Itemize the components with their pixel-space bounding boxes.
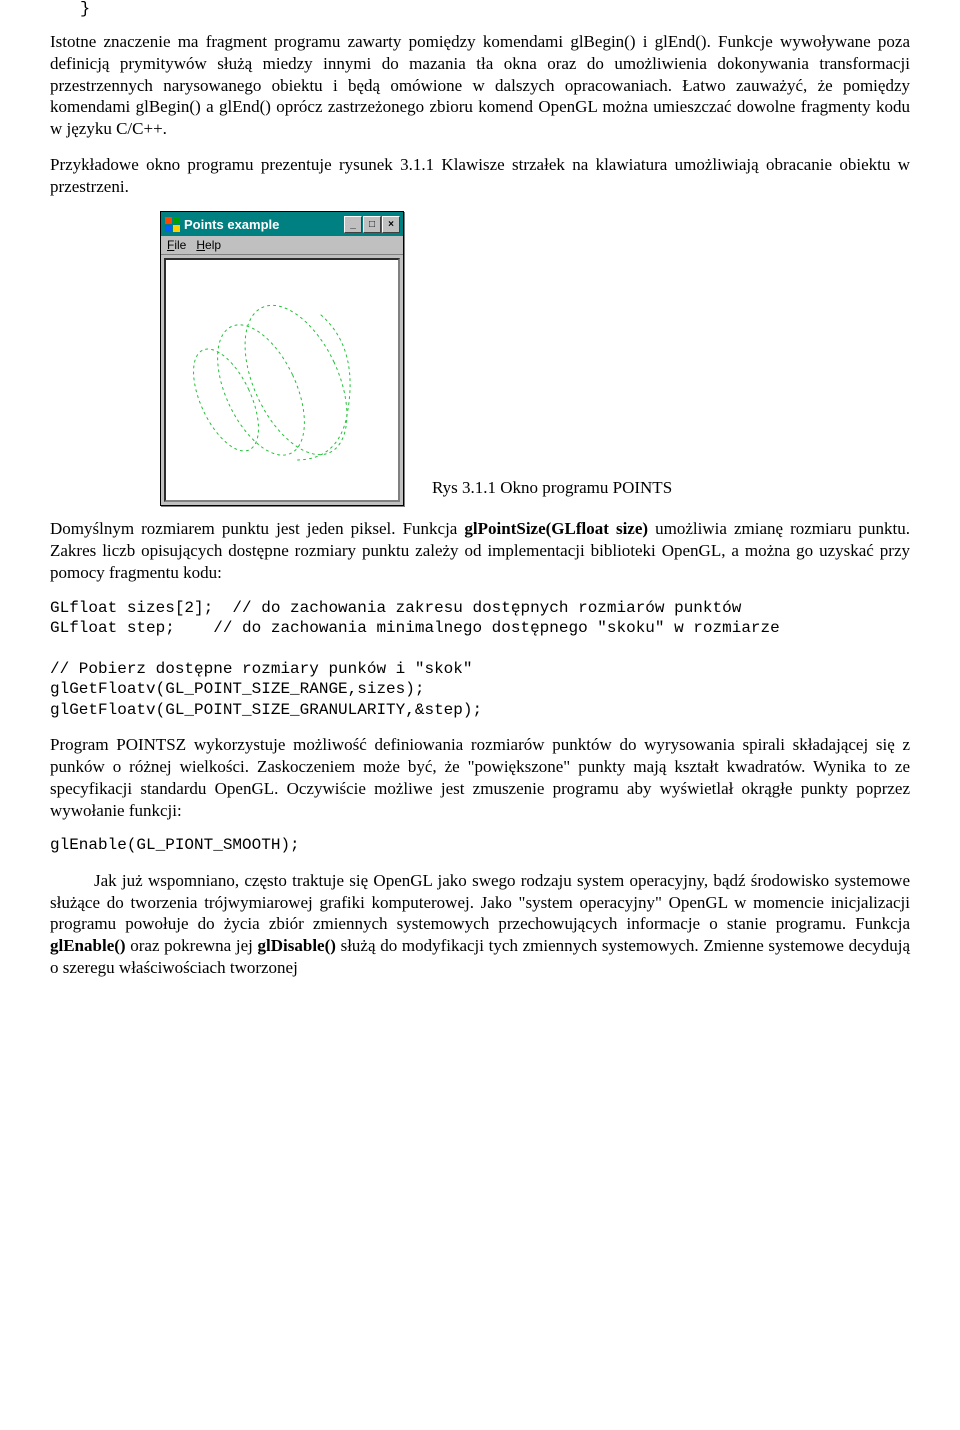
windows-logo-icon (164, 216, 180, 232)
paragraph-system: Jak już wspomniano, często traktuje się … (50, 870, 910, 979)
fn-gldisable: glDisable() (258, 936, 336, 955)
para4c: oraz pokrewna jej (126, 936, 258, 955)
menu-file[interactable]: File (167, 238, 186, 252)
minimize-button[interactable]: _ (344, 216, 362, 233)
close-button[interactable]: × (382, 216, 400, 233)
para2a: Domyślnym rozmiarem punktu jest jeden pi… (50, 519, 464, 538)
paragraph-pointsize: Domyślnym rozmiarem punktu jest jeden pi… (50, 518, 910, 583)
code-block-glenable: glEnable(GL_PIONT_SMOOTH); (50, 835, 910, 855)
window-title-text: Points example (184, 217, 344, 232)
menu-help-rest: elp (205, 238, 221, 252)
window-titlebar: Points example _ □ × (161, 212, 403, 236)
paragraph-example-window: Przykładowe okno programu prezentuje rys… (50, 154, 910, 198)
maximize-button[interactable]: □ (363, 216, 381, 233)
code-block-sizes: GLfloat sizes[2]; // do zachowania zakre… (50, 598, 910, 721)
fn-glenable: glEnable() (50, 936, 126, 955)
figure-points-window: Points example _ □ × File Help (50, 211, 910, 506)
code-fragment-brace: } (80, 0, 910, 19)
window-points-example: Points example _ □ × File Help (160, 211, 404, 506)
menu-help[interactable]: Help (196, 238, 221, 252)
para1-text: Istotne znaczenie ma fragment programu z… (50, 32, 910, 138)
spiral-points-icon (166, 260, 400, 496)
menu-file-rest: ile (174, 238, 186, 252)
window-menubar: File Help (161, 236, 403, 255)
para4a: Jak już wspomniano, często traktuje się … (50, 871, 910, 934)
window-canvas (164, 258, 400, 502)
paragraph-intro: Istotne znaczenie ma fragment programu z… (50, 31, 910, 140)
figure-caption: Rys 3.1.1 Okno programu POINTS (432, 478, 672, 506)
fn-glpointsize: glPointSize(GLfloat size) (464, 519, 648, 538)
paragraph-pointsz: Program POINTSZ wykorzystuje możliwość d… (50, 734, 910, 821)
